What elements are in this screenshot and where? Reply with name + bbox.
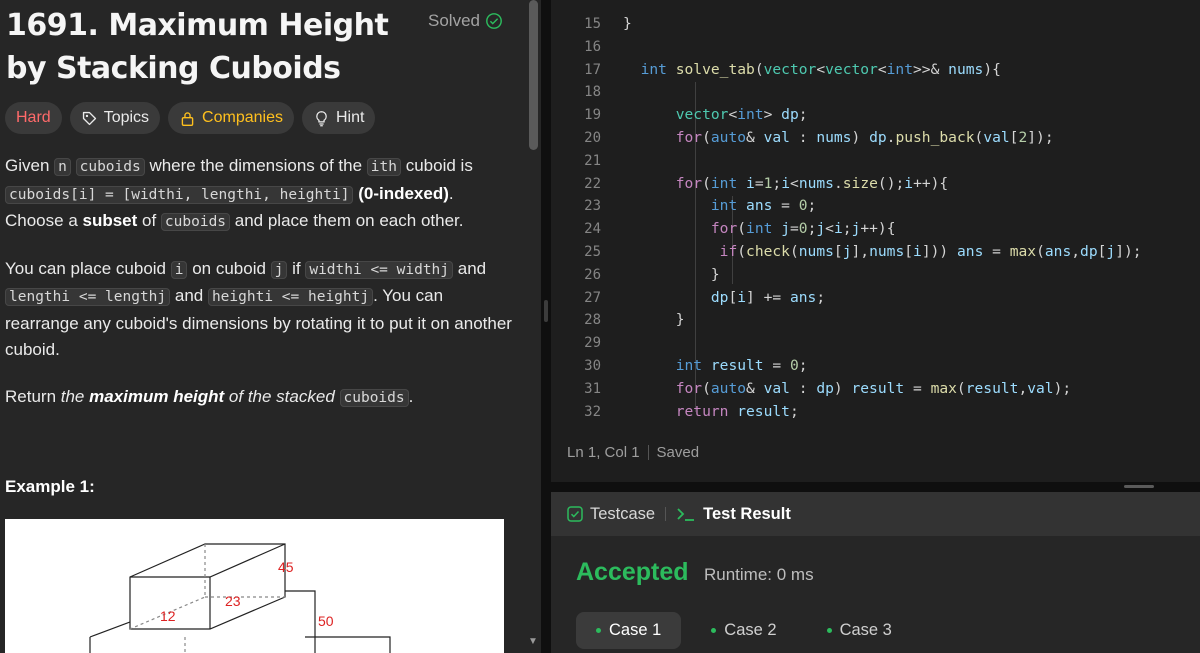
line-number: 21 xyxy=(584,152,601,169)
code-line: } xyxy=(623,311,685,329)
case-label: Case 1 xyxy=(609,621,662,639)
code-line: int result = 0; xyxy=(675,356,808,374)
line-number-gutter: 15 16 17 18 19 20 21 22 23 24 25 26 27 2… xyxy=(551,13,601,423)
hint-label: Hint xyxy=(335,109,365,126)
line-number: 32 xyxy=(584,403,601,420)
dimension-label-23: 23 xyxy=(225,593,241,609)
description-scroll-thumb[interactable] xyxy=(529,0,538,150)
code-line: } xyxy=(623,265,720,283)
code-line: if(check(nums[j],nums[i])) ans = max(ans… xyxy=(719,242,1142,260)
code-line: int ans = 0; xyxy=(710,197,817,215)
companies-label: Companies xyxy=(202,109,283,126)
line-number: 20 xyxy=(584,129,601,146)
code-line: for(auto& val : dp) result = max(result,… xyxy=(675,379,1072,397)
editor-statusbar: Ln 1, Col 1 Saved xyxy=(567,444,699,461)
case-3-button[interactable]: Case 3 xyxy=(807,612,912,649)
tab-test-result-label: Test Result xyxy=(703,504,791,523)
line-number: 15 xyxy=(584,16,601,32)
cursor-position: Ln 1, Col 1 xyxy=(567,444,640,461)
editor-result-divider-grip[interactable] xyxy=(1124,485,1154,488)
line-number: 24 xyxy=(584,221,601,238)
panel-divider-grip[interactable] xyxy=(544,300,548,322)
line-number: 28 xyxy=(584,312,601,329)
code-line: int solve_tab(vector<vector<int>>& nums)… xyxy=(640,60,1001,78)
topics-button[interactable]: Topics xyxy=(69,102,161,134)
tab-separator xyxy=(665,507,667,521)
difficulty-badge: Hard xyxy=(5,102,62,134)
pass-dot-icon xyxy=(596,628,601,633)
scroll-down-arrow-icon[interactable]: ▼ xyxy=(527,636,539,648)
solved-label: Solved xyxy=(428,11,480,30)
tag-icon xyxy=(82,111,96,125)
line-number: 30 xyxy=(584,357,601,374)
statement-paragraph-2: You can place cuboid i on cuboid j if wi… xyxy=(5,258,512,359)
line-number: 26 xyxy=(584,266,601,283)
code-line: return result; xyxy=(675,402,799,420)
problem-statement: Given n cuboids where the dimensions of … xyxy=(5,153,515,431)
dimension-label-12: 12 xyxy=(160,608,176,624)
lock-icon xyxy=(181,111,194,126)
cuboid-stack-diagram: 45 23 12 50 xyxy=(89,543,391,653)
line-number: 19 xyxy=(584,107,601,124)
code-editor[interactable]: 15 16 17 18 19 20 21 22 23 24 25 26 27 2… xyxy=(551,0,1200,482)
code-line: dp[i] += ans; xyxy=(710,288,826,306)
editor-result-divider[interactable] xyxy=(551,482,1200,492)
check-circle-icon xyxy=(486,13,502,29)
topics-label: Topics xyxy=(103,109,150,126)
pass-dot-icon xyxy=(711,628,717,633)
line-number: 18 xyxy=(584,84,601,101)
code-line: for(int j=0;j<i;j++){ xyxy=(710,220,896,238)
line-number: 23 xyxy=(584,198,601,215)
pass-dot-icon xyxy=(826,628,832,633)
code-line: for(auto& val : nums) dp.push_back(val[2… xyxy=(675,128,1054,146)
code-line: vector<int> dp; xyxy=(675,106,808,124)
test-result-panel: Testcase Test Result Accepted Runtime: 0… xyxy=(551,492,1200,653)
case-label: Case 2 xyxy=(724,621,777,639)
case-1-button[interactable]: Case 1 xyxy=(576,612,682,649)
verdict-status: Accepted xyxy=(576,558,689,586)
problem-tags: Hard Topics Companies Hint xyxy=(5,102,376,134)
tab-testcase[interactable]: Testcase xyxy=(567,505,655,524)
save-status: Saved xyxy=(656,444,700,461)
dimension-label-45: 45 xyxy=(278,559,294,575)
runtime-value: Runtime: 0 ms xyxy=(704,565,814,584)
checkbox-icon xyxy=(567,506,583,522)
code-text[interactable]: } int solve_tab(vector<vector<int>>& num… xyxy=(623,13,1200,423)
line-number: 31 xyxy=(584,380,601,397)
result-tab-bar: Testcase Test Result xyxy=(551,492,1200,536)
line-number: 27 xyxy=(584,289,601,306)
terminal-icon xyxy=(677,508,695,521)
line-number: 29 xyxy=(584,335,601,352)
line-number: 16 xyxy=(584,38,601,55)
line-number: 25 xyxy=(584,243,601,260)
example-figure: 45 23 12 50 xyxy=(5,519,504,653)
problem-title[interactable]: 1691. Maximum Height by Stacking Cuboids xyxy=(6,4,406,90)
tab-test-result[interactable]: Test Result xyxy=(676,505,791,524)
line-number: 17 xyxy=(584,61,601,78)
code-line: for(int i=1;i<nums.size();i++){ xyxy=(675,174,949,192)
example-heading: Example 1: xyxy=(5,477,95,496)
companies-button[interactable]: Companies xyxy=(168,102,294,134)
case-2-button[interactable]: Case 2 xyxy=(691,612,796,649)
statement-paragraph-1: Given n cuboids where the dimensions of … xyxy=(5,156,473,231)
tab-testcase-label: Testcase xyxy=(590,504,656,523)
code-line: } xyxy=(623,15,632,32)
line-number: 22 xyxy=(584,175,601,192)
statement-paragraph-3: Return the maximum height of the stacked… xyxy=(5,386,414,407)
solved-status: Solved xyxy=(428,11,503,31)
case-label: Case 3 xyxy=(839,621,892,639)
dimension-label-50: 50 xyxy=(318,613,334,629)
panel-divider[interactable] xyxy=(541,0,551,653)
status-separator xyxy=(647,445,649,460)
case-selector: Case 1 Case 2 Case 3 xyxy=(576,612,912,649)
lightbulb-icon xyxy=(316,110,327,126)
hint-button[interactable]: Hint xyxy=(301,102,376,134)
problem-description-panel: 1691. Maximum Height by Stacking Cuboids… xyxy=(0,0,541,653)
